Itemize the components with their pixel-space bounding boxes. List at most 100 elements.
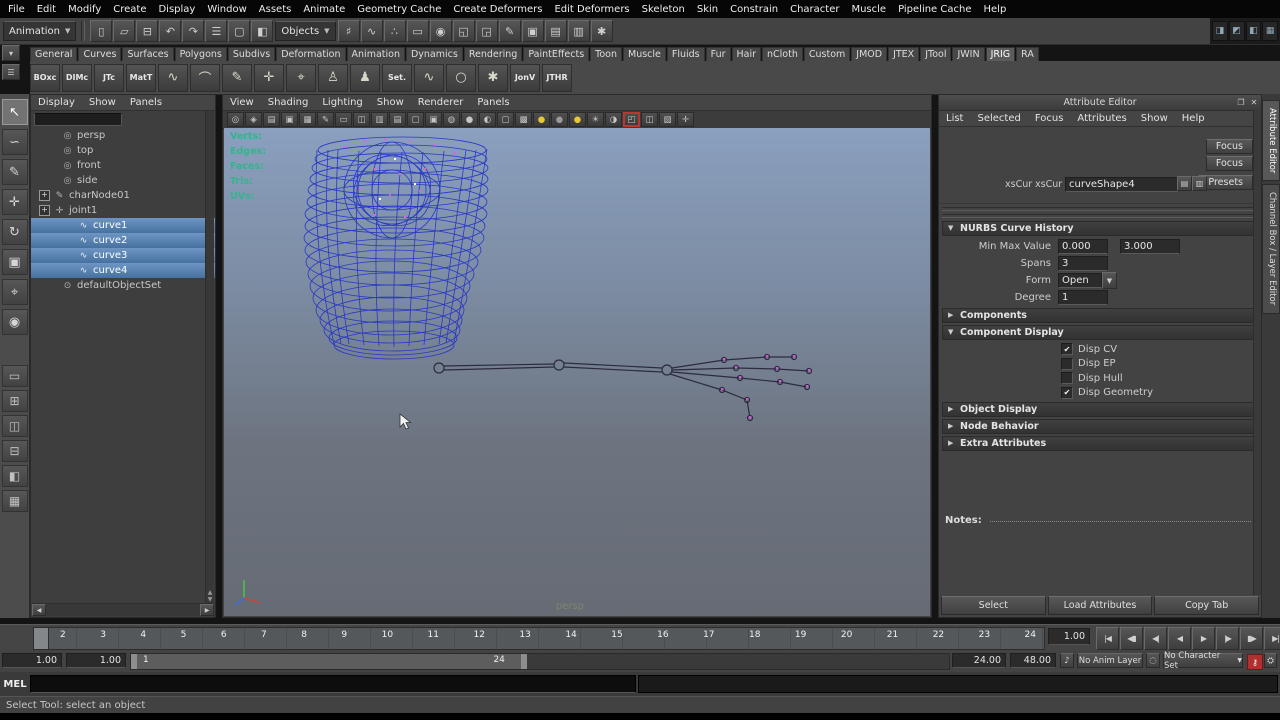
playback-end-field[interactable]: 24.00: [952, 653, 1006, 668]
outliner-item[interactable]: + ⊙ defaultObjectSet: [31, 278, 215, 293]
outliner-menu-item[interactable]: Display: [31, 97, 82, 108]
animation-preferences-icon[interactable]: ⛭: [1264, 653, 1277, 668]
smooth-shade-icon[interactable]: ●: [461, 112, 478, 127]
outliner-item[interactable]: + ∿ curve3: [31, 248, 215, 263]
no-texture-icon[interactable]: ●: [551, 112, 568, 127]
input-to-selected-icon[interactable]: ◱: [452, 20, 475, 42]
shelf-tab[interactable]: JTEX: [888, 47, 920, 61]
shelf-tab[interactable]: Surfaces: [122, 47, 174, 61]
wireframe-mode-icon[interactable]: ◍: [443, 112, 460, 127]
shelf-matt-button[interactable]: MatT: [126, 63, 156, 92]
open-scene-icon[interactable]: ▱: [113, 20, 136, 42]
shelf-tab[interactable]: Rendering: [463, 47, 523, 61]
outliner-item[interactable]: + ◎ top: [31, 143, 215, 158]
shelf-tab[interactable]: RA: [1016, 47, 1039, 61]
undo-icon[interactable]: ↶: [159, 20, 182, 42]
go-to-end-button[interactable]: ▶|: [1264, 627, 1280, 650]
go-to-start-button[interactable]: |◀: [1096, 627, 1119, 650]
play-backwards-button[interactable]: ◀: [1168, 627, 1191, 650]
viewport-menu-item[interactable]: Shading: [261, 97, 316, 108]
character-set-dropdown[interactable]: No Character Set ▼: [1163, 651, 1243, 671]
toggle-channel-box-icon[interactable]: ◧: [1245, 21, 1262, 41]
shelf-boxc-button[interactable]: BOxc: [30, 63, 60, 92]
menu-item[interactable]: Create: [107, 2, 152, 17]
attribute-editor-menu-item[interactable]: Attributes: [1070, 113, 1133, 124]
joints-xray-icon[interactable]: ✛: [677, 112, 694, 127]
outliner-horizontal-scrollbar[interactable]: ◀ ▶: [32, 603, 214, 616]
menu-item[interactable]: Skeleton: [636, 2, 691, 17]
textured-ball-icon[interactable]: ●: [569, 112, 586, 127]
outliner-item[interactable]: + ✎ charNode01: [31, 188, 215, 203]
menu-item[interactable]: Muscle: [845, 2, 892, 17]
menu-item[interactable]: Pipeline Cache: [892, 2, 977, 17]
shelf-tab[interactable]: JMOD: [851, 47, 888, 61]
attribute-editor-menu-item[interactable]: Selected: [970, 113, 1027, 124]
shelf-star-icon[interactable]: ✱: [478, 63, 508, 92]
node-tab-1[interactable]: xsCur: [1005, 179, 1032, 190]
step-forward-key-button[interactable]: |▶: [1216, 627, 1239, 650]
make-live-icon[interactable]: ◉: [429, 20, 452, 42]
resolution-gate-icon[interactable]: ◫: [353, 112, 370, 127]
viewport-menu-item[interactable]: Lighting: [315, 97, 369, 108]
animation-start-field[interactable]: 1.00: [2, 653, 62, 668]
shelf-tab[interactable]: Subdivs: [227, 47, 276, 61]
disp-hull-checkbox[interactable]: Disp Hull: [939, 371, 1261, 386]
field-chart-icon[interactable]: ▤: [389, 112, 406, 127]
menu-set-selector[interactable]: Animation ▼: [3, 21, 77, 41]
textured-mode-icon[interactable]: ▩: [515, 112, 532, 127]
current-frame-marker[interactable]: [34, 628, 49, 649]
gate-mask-icon[interactable]: ▥: [371, 112, 388, 127]
menu-item[interactable]: Window: [201, 2, 252, 17]
attribute-editor-menu-item[interactable]: List: [939, 113, 970, 124]
anim-layer-button[interactable]: No Anim Layer: [1077, 653, 1143, 668]
outliner-item[interactable]: + ◎ side: [31, 173, 215, 188]
select-tool-icon[interactable]: ↖: [1, 99, 28, 125]
outliner-filter-field[interactable]: [34, 113, 122, 126]
menu-item[interactable]: Constrain: [724, 2, 784, 17]
outliner-vertical-scrollbar[interactable]: ▲ ▼: [205, 111, 214, 603]
disp-cv-checkbox[interactable]: Disp CV: [939, 342, 1261, 357]
select-by-object-type-icon[interactable]: ▢: [228, 20, 251, 42]
menu-item[interactable]: Character: [784, 2, 845, 17]
xray-icon[interactable]: ◫: [641, 112, 658, 127]
outliner-item[interactable]: + ✛ joint1: [31, 203, 215, 218]
snap-to-point-icon[interactable]: ∴: [383, 20, 406, 42]
shelf-character-run-icon[interactable]: ♟: [350, 63, 380, 92]
shelf-ik-handle-icon[interactable]: ⌖: [286, 63, 316, 92]
degree-field[interactable]: 1: [1058, 290, 1108, 305]
section-object-display[interactable]: Object Display: [942, 402, 1258, 417]
attribute-editor-menu-item[interactable]: Help: [1175, 113, 1212, 124]
min-value-field[interactable]: 0.000: [1058, 239, 1108, 254]
menu-item[interactable]: Edit: [31, 2, 62, 17]
section-extra-attributes[interactable]: Extra Attributes: [942, 436, 1258, 451]
shelf-tab[interactable]: JRIG: [985, 47, 1016, 61]
lock-camera-icon[interactable]: ◈: [245, 112, 262, 127]
lasso-tool-icon[interactable]: ∽: [1, 129, 28, 155]
viewport-menu-item[interactable]: Renderer: [411, 97, 471, 108]
output-of-selected-icon[interactable]: ◲: [475, 20, 498, 42]
shelf-jthr-button[interactable]: JTHR: [542, 63, 572, 92]
universal-manipulator-icon[interactable]: ⌖: [1, 279, 28, 305]
attribute-editor-menu-item[interactable]: Show: [1134, 113, 1175, 124]
shelf-tab-arrow-icon[interactable]: ▾: [2, 45, 20, 61]
safe-title-icon[interactable]: ▣: [425, 112, 442, 127]
shelf-circle-icon[interactable]: ○: [446, 63, 476, 92]
shelf-cv-curve-icon[interactable]: ∿: [158, 63, 188, 92]
bounding-box-icon[interactable]: ▢: [497, 112, 514, 127]
shelf-dimc-button[interactable]: DIMc: [62, 63, 92, 92]
section-node-behavior[interactable]: Node Behavior: [942, 419, 1258, 434]
render-current-frame-icon[interactable]: ▤: [544, 20, 567, 42]
ipr-render-icon[interactable]: ▥: [567, 20, 590, 42]
toggle-attribute-editor-icon[interactable]: ◨: [1212, 21, 1228, 41]
menu-item[interactable]: Modify: [62, 2, 107, 17]
timeline-track[interactable]: 2 3 4 5 6 7 8 9 10 11 12 13 14 15 16 17 18 19 20 21 22 23 24: [33, 627, 1045, 650]
disp-ep-checkbox[interactable]: Disp EP: [939, 357, 1261, 372]
shelf-tab[interactable]: Dynamics: [405, 47, 463, 61]
close-panel-icon[interactable]: ✕: [1248, 96, 1260, 108]
shelf-tab[interactable]: PaintEffects: [523, 47, 590, 61]
viewport-menu-item[interactable]: Show: [370, 97, 411, 108]
shelf-tab[interactable]: Fur: [705, 47, 731, 61]
use-default-lighting-icon[interactable]: ☀: [587, 112, 604, 127]
section-components[interactable]: Components: [942, 308, 1258, 323]
section-component-display[interactable]: Component Display: [942, 325, 1258, 340]
